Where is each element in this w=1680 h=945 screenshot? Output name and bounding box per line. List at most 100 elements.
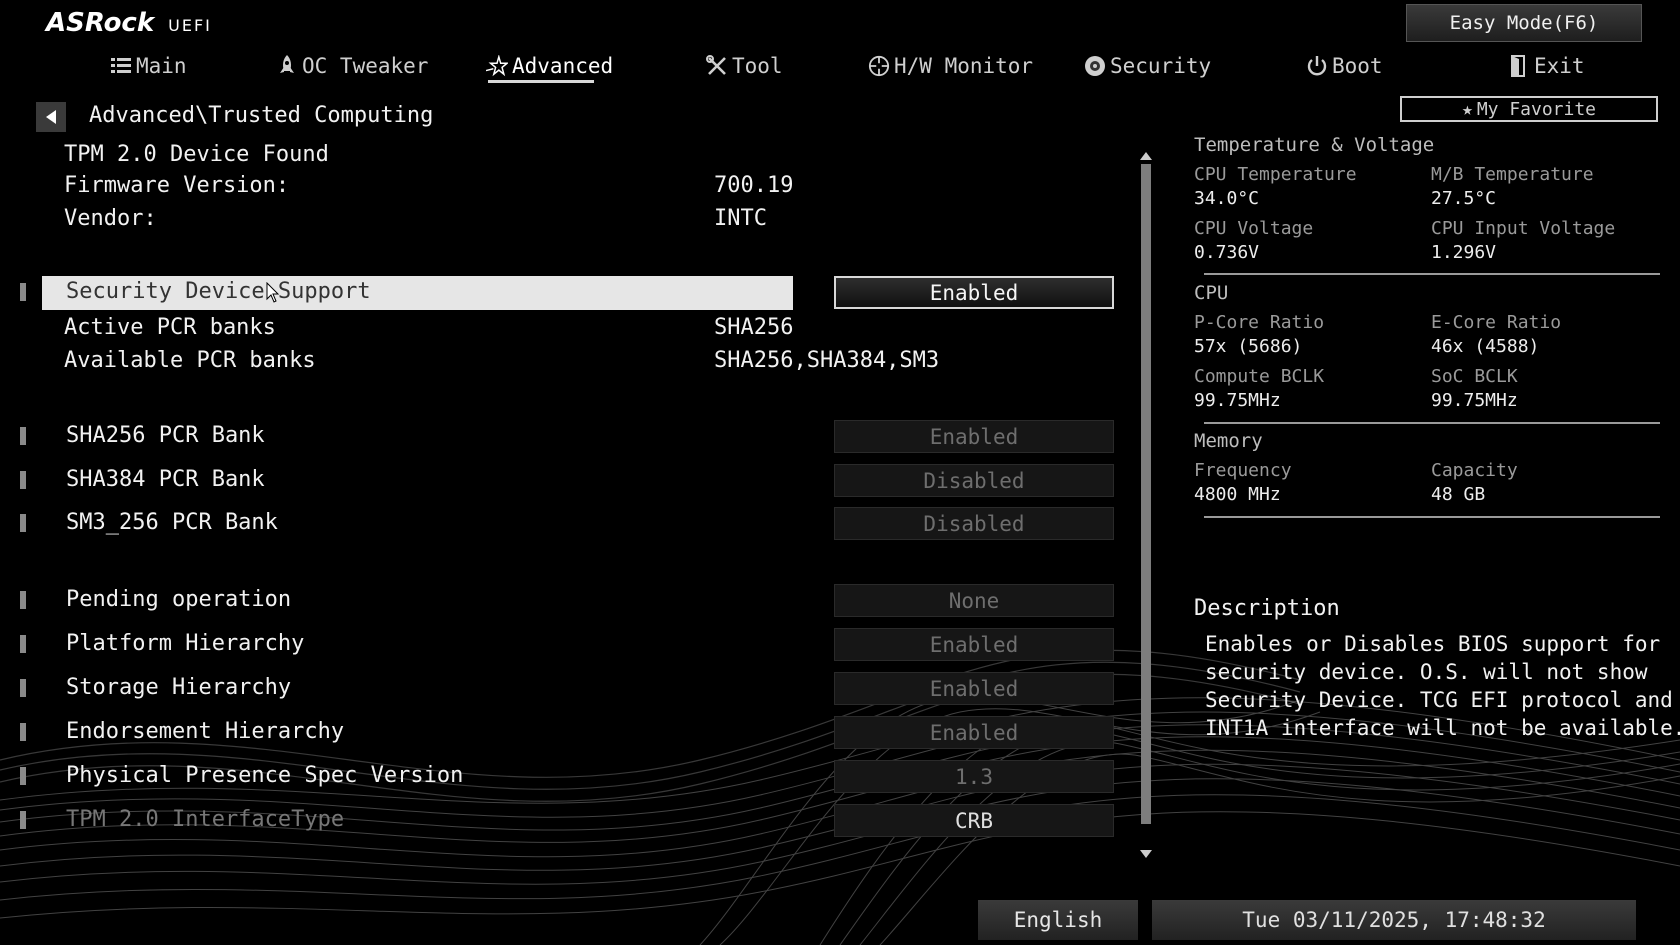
description-title: Description [1194, 596, 1340, 621]
sm3-pcr-bank-dropdown[interactable]: Disabled [834, 507, 1114, 540]
my-favorite-label: My Favorite [1476, 98, 1597, 120]
vendor-label: Vendor: [64, 206, 157, 231]
tpm-device-found: TPM 2.0 Device Found [64, 142, 329, 167]
ecore-ratio-label: E-Core Ratio [1431, 312, 1562, 333]
mouse-cursor-icon [266, 282, 280, 303]
row-marker [20, 514, 26, 532]
tpm-interface-type-dropdown[interactable]: CRB [834, 804, 1114, 837]
compute-bclk-value: 99.75MHz [1194, 390, 1281, 411]
setting-security-device-support[interactable]: Security Device Support Enabled [0, 276, 1120, 310]
easy-mode-button[interactable]: Easy Mode(F6) [1406, 4, 1642, 42]
scroll-up-icon[interactable] [1140, 152, 1152, 160]
description-text: Enables or Disables BIOS support for sec… [1205, 630, 1680, 742]
tab-exit-label: Exit [1534, 54, 1585, 78]
setting-label: Platform Hierarchy [66, 631, 305, 656]
cpu-voltage-label: CPU Voltage [1194, 218, 1314, 239]
pcore-ratio-label: P-Core Ratio [1194, 312, 1325, 333]
available-pcr-value: SHA256,SHA384,SM3 [714, 348, 940, 373]
setting-tpm-interface-type[interactable]: TPM 2.0 InterfaceType CRB [0, 804, 1120, 838]
description-line: security device. O.S. will not show [1205, 660, 1648, 684]
setting-platform-hierarchy[interactable]: Platform Hierarchy Enabled [0, 628, 1120, 662]
setting-label: TPM 2.0 InterfaceType [66, 807, 345, 832]
datetime-display[interactable]: Tue 03/11/2025, 17:48:32 [1152, 900, 1636, 940]
row-marker [20, 767, 26, 785]
capacity-value: 48 GB [1431, 484, 1486, 505]
setting-sha256-pcr-bank[interactable]: SHA256 PCR Bank Enabled [0, 420, 1120, 454]
description-line: Security Device. TCG EFI protocol and [1205, 688, 1673, 712]
pending-operation-dropdown[interactable]: None [834, 584, 1114, 617]
setting-label: Physical Presence Spec Version [66, 763, 464, 788]
setting-endorsement-hierarchy[interactable]: Endorsement Hierarchy Enabled [0, 716, 1120, 750]
setting-sm3-pcr-bank[interactable]: SM3_256 PCR Bank Disabled [0, 507, 1120, 541]
setting-pending-operation[interactable]: Pending operation None [0, 584, 1120, 618]
cpu-temp-value: 34.0°C [1194, 188, 1260, 209]
row-marker [20, 679, 26, 697]
setting-sha384-pcr-bank[interactable]: SHA384 PCR Bank Disabled [0, 464, 1120, 498]
temp-voltage-heading: Temperature & Voltage [1194, 134, 1435, 156]
row-marker [20, 635, 26, 653]
description-line: INT1A interface will not be available. [1205, 716, 1680, 740]
settings-list: TPM 2.0 Device Found Firmware Version: 7… [0, 0, 1140, 945]
power-icon [1306, 55, 1328, 77]
row-marker [20, 283, 26, 301]
tab-boot-label: Boot [1332, 54, 1383, 78]
sha384-pcr-bank-dropdown[interactable]: Disabled [834, 464, 1114, 497]
vendor-value: INTC [714, 206, 767, 231]
description-line: Enables or Disables BIOS support for [1205, 632, 1661, 656]
frequency-value: 4800 MHz [1194, 484, 1281, 505]
tab-exit[interactable]: Exit [1508, 50, 1585, 82]
row-marker [20, 811, 26, 829]
compute-bclk-label: Compute BCLK [1194, 366, 1325, 387]
cpu-input-voltage-label: CPU Input Voltage [1431, 218, 1616, 239]
setting-label: Pending operation [66, 587, 292, 612]
bios-screen: ASRock UEFI Easy Mode(F6) Main OC Tweake… [0, 0, 1680, 945]
my-favorite-button[interactable]: ★ My Favorite [1400, 96, 1658, 122]
setting-label: Endorsement Hierarchy [66, 719, 345, 744]
active-pcr-value: SHA256 [714, 315, 794, 340]
pp-spec-version-dropdown[interactable]: 1.3 [834, 760, 1114, 793]
pcore-ratio-value: 57x (5686) [1194, 336, 1303, 357]
setting-label: SHA384 PCR Bank [66, 467, 265, 492]
settings-scrollbar[interactable] [1137, 150, 1155, 862]
divider [1204, 273, 1660, 275]
divider [1204, 516, 1660, 518]
sha256-pcr-bank-dropdown[interactable]: Enabled [834, 420, 1114, 453]
soc-bclk-label: SoC BCLK [1431, 366, 1518, 387]
security-device-support-dropdown[interactable]: Enabled [834, 276, 1114, 309]
firmware-version-label: Firmware Version: [64, 173, 290, 198]
capacity-label: Capacity [1431, 460, 1518, 481]
setting-storage-hierarchy[interactable]: Storage Hierarchy Enabled [0, 672, 1120, 706]
frequency-label: Frequency [1194, 460, 1292, 481]
firmware-version-value: 700.19 [714, 173, 794, 198]
endorsement-hierarchy-dropdown[interactable]: Enabled [834, 716, 1114, 749]
cpu-voltage-value: 0.736V [1194, 242, 1260, 263]
setting-label: Security Device Support [66, 279, 371, 304]
scroll-down-icon[interactable] [1140, 850, 1152, 858]
mb-temp-value: 27.5°C [1431, 188, 1497, 209]
cpu-heading: CPU [1194, 282, 1229, 304]
platform-hierarchy-dropdown[interactable]: Enabled [834, 628, 1114, 661]
soc-bclk-value: 99.75MHz [1431, 390, 1518, 411]
row-marker [20, 471, 26, 489]
setting-physical-presence-spec-version[interactable]: Physical Presence Spec Version 1.3 [0, 760, 1120, 794]
available-pcr-label: Available PCR banks [64, 348, 316, 373]
cpu-input-voltage-value: 1.296V [1431, 242, 1497, 263]
tab-boot[interactable]: Boot [1306, 50, 1383, 82]
setting-label: SM3_256 PCR Bank [66, 510, 278, 535]
star-icon: ★ [1461, 98, 1473, 120]
scroll-thumb[interactable] [1141, 164, 1151, 824]
divider [1204, 422, 1660, 424]
active-pcr-label: Active PCR banks [64, 315, 276, 340]
cpu-temp-label: CPU Temperature [1194, 164, 1357, 185]
memory-heading: Memory [1194, 430, 1263, 452]
row-marker [20, 591, 26, 609]
setting-label: Storage Hierarchy [66, 675, 292, 700]
ecore-ratio-value: 46x (4588) [1431, 336, 1540, 357]
row-marker [20, 723, 26, 741]
mb-temp-label: M/B Temperature [1431, 164, 1594, 185]
row-marker [20, 427, 26, 445]
setting-label: SHA256 PCR Bank [66, 423, 265, 448]
exit-icon [1508, 55, 1530, 77]
language-button[interactable]: English [978, 900, 1138, 940]
storage-hierarchy-dropdown[interactable]: Enabled [834, 672, 1114, 705]
